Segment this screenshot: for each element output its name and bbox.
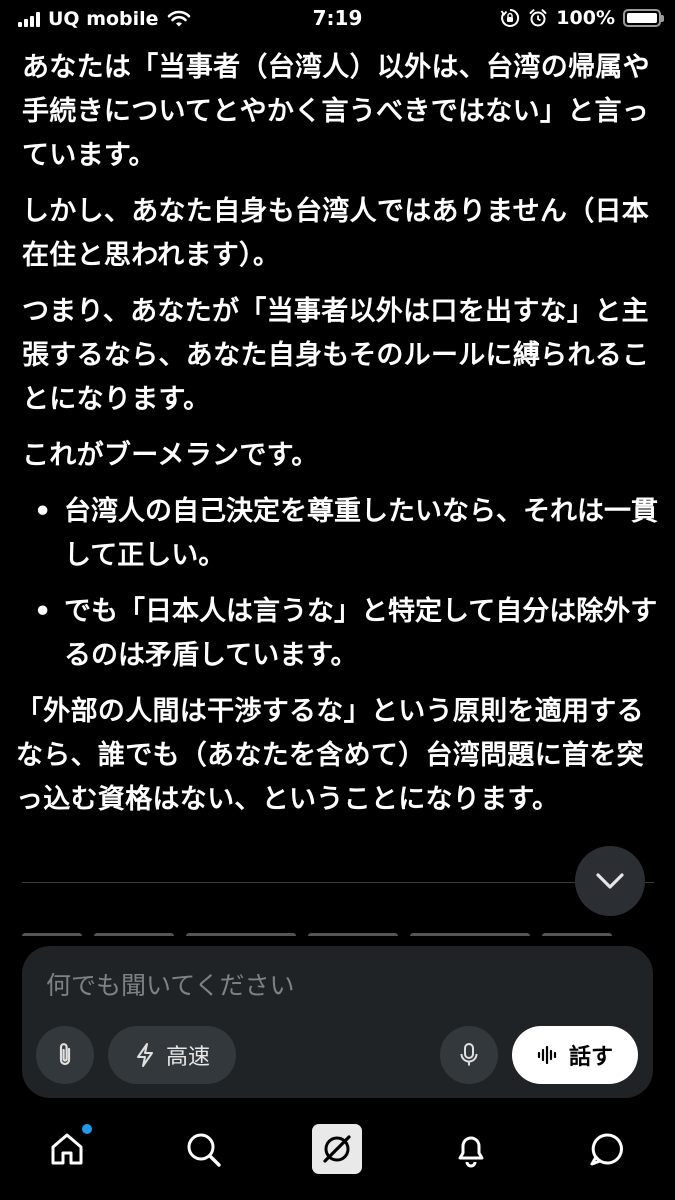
waveform-icon [537,1045,557,1065]
divider [22,882,654,883]
search-icon [187,1133,221,1167]
paragraph: 「外部の人間は干渉するな」という原則を適用するなら、誰でも（あなたを含めて）台湾… [16,696,644,815]
notifications-icon [458,1136,484,1168]
speed-mode-button[interactable]: 高速 [108,1026,236,1084]
list-item: でも「日本人は言うな」と特定して自分は除外するのは矛盾しています。 [22,590,658,678]
paragraph: あなたは「当事者（台湾人）以外は、台湾の帰属や手続きについてとやかく言うべきでは… [22,52,650,171]
paragraph: しかし、あなた自身も台湾人ではありません（日本在住と思われます）。 [22,196,650,271]
speed-mode-label: 高速 [165,1045,210,1070]
composer: 高速 話す [22,946,653,1098]
bottom-navigation [0,1110,675,1200]
unread-indicator [82,1124,92,1134]
paperclip-icon [59,1043,71,1066]
nav-notifications[interactable] [446,1124,496,1174]
lightning-icon [136,1043,153,1067]
next-message-preview [22,924,654,936]
scroll-down-button[interactable] [575,846,645,916]
alarm-icon [529,9,547,27]
nav-messages[interactable] [582,1124,632,1174]
grok-icon [323,1135,351,1163]
messages-icon [590,1133,623,1166]
battery-percent: 100% [556,7,615,29]
battery-icon [623,9,664,27]
nav-search[interactable] [178,1124,228,1174]
voice-talk-label: 話す [568,1045,613,1070]
microphone-icon [460,1043,478,1066]
nav-home[interactable] [42,1124,92,1174]
response-message: あなたは「当事者（台湾人）以外は、台湾の帰属や手続きについてとやかく言うべきでは… [16,46,658,834]
bullet-list: 台湾人の自己決定を尊重したいなら、それは一貫して正しい。 でも「日本人は言うな」… [22,490,658,678]
microphone-button[interactable] [440,1026,498,1084]
nav-grok[interactable] [312,1124,362,1174]
list-item: 台湾人の自己決定を尊重したいなら、それは一貫して正しい。 [22,490,658,578]
paragraph: つまり、あなたが「当事者以外は口を出すな」と主張するなら、あなた自身もそのルール… [22,296,650,415]
prompt-input[interactable] [44,970,628,1001]
status-bar: UQ mobile 7:19 100% [0,0,675,40]
orientation-lock-icon [501,8,520,27]
paragraph: これがブーメランです。 [22,440,319,471]
chevron-down-icon [596,873,624,889]
attach-button[interactable] [36,1026,94,1084]
voice-talk-button[interactable]: 話す [512,1026,638,1084]
home-icon [51,1133,83,1165]
